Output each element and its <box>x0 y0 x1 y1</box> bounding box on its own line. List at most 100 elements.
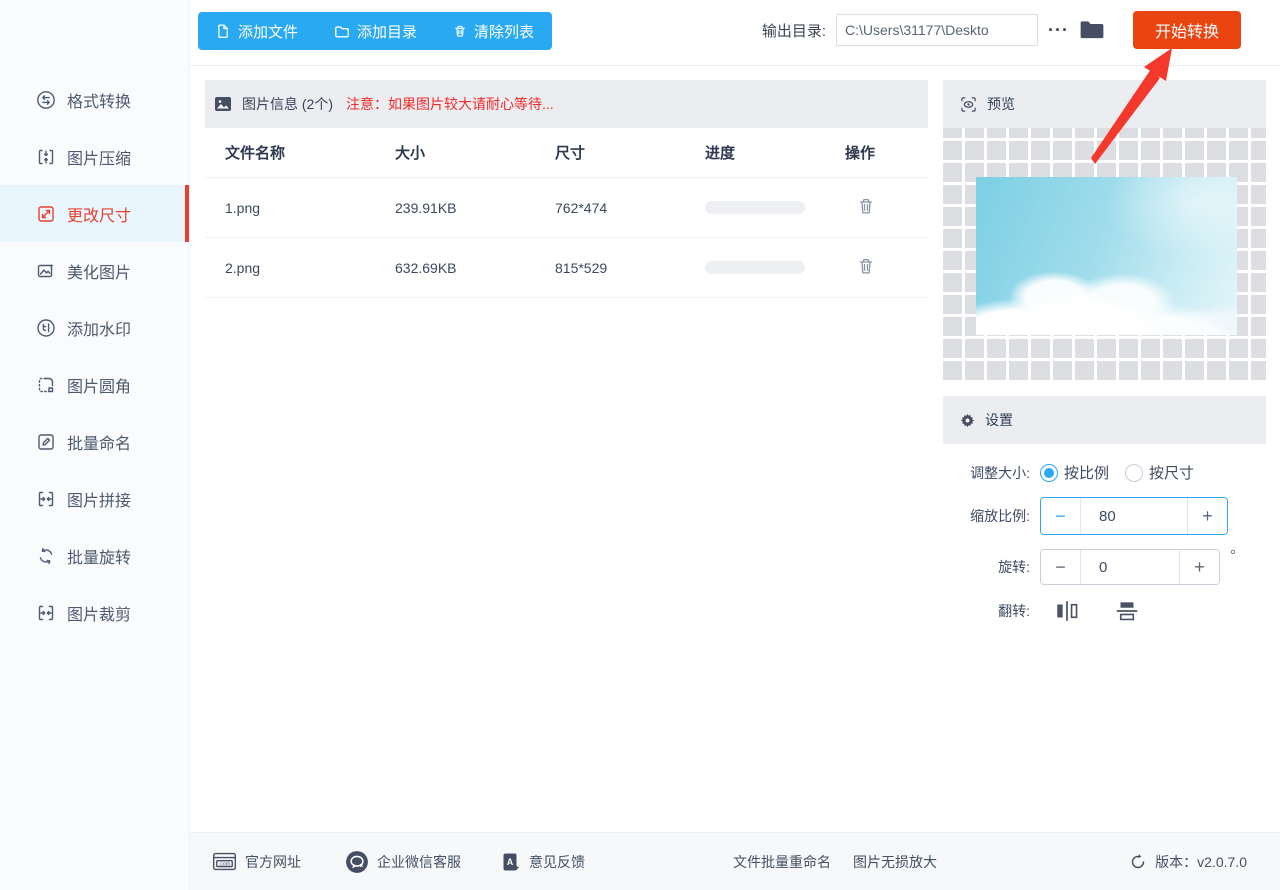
clear-list-button[interactable]: 清除列表 <box>435 12 552 50</box>
radio-by-ratio-label: 按比例 <box>1064 462 1109 483</box>
open-folder-button[interactable] <box>1079 19 1105 41</box>
right-panel: 预览 设置 调整大小: 按比例 按尺寸 缩放比例: <box>943 80 1266 817</box>
lossless-zoom-label: 图片无损放大 <box>853 852 937 872</box>
svg-text:.com: .com <box>219 861 230 867</box>
sidebar-item-format-convert[interactable]: 格式转换 <box>0 71 189 128</box>
add-directory-button[interactable]: 添加目录 <box>316 12 435 50</box>
lossless-zoom-link[interactable]: 图片无损放大 <box>853 852 937 872</box>
scale-value-input[interactable]: 80 <box>1081 498 1187 534</box>
flip-label: 翻转: <box>943 601 1040 621</box>
trash-icon <box>857 256 875 276</box>
file-dimensions: 762*474 <box>555 200 705 216</box>
flip-vertical-button[interactable] <box>1114 599 1140 623</box>
add-file-button[interactable]: 添加文件 <box>198 12 316 50</box>
format-convert-icon <box>36 90 56 110</box>
sidebar-item-label: 更改尺寸 <box>67 202 131 226</box>
scale-increase-button[interactable]: + <box>1187 498 1227 534</box>
image-info-bar: 图片信息 (2个) 注意：如果图片较大请耐心等待... <box>205 80 928 128</box>
wechat-support-label: 企业微信客服 <box>377 852 461 872</box>
version-check[interactable]: 版本：v2.0.7.0 <box>1129 852 1247 872</box>
sidebar-item-compress[interactable]: 图片压缩 <box>0 128 189 185</box>
column-dimensions: 尺寸 <box>555 142 705 163</box>
column-size: 大小 <box>395 142 555 163</box>
rotate-value-input[interactable]: 0 <box>1081 550 1179 584</box>
flip-horizontal-button[interactable] <box>1054 599 1080 623</box>
delete-button[interactable] <box>857 256 875 276</box>
sidebar-item-round-corner[interactable]: 图片圆角 <box>0 356 189 413</box>
sidebar-item-label: 图片拼接 <box>67 487 131 511</box>
refresh-icon <box>1129 853 1147 871</box>
version-label: 版本：v2.0.7.0 <box>1155 852 1247 872</box>
batch-rename-link[interactable]: 文件批量重命名 <box>733 852 831 872</box>
preview-eye-icon <box>959 95 978 114</box>
official-site-link[interactable]: .com 官方网址 <box>212 851 301 872</box>
sidebar-item-batch-rename[interactable]: 批量命名 <box>0 413 189 470</box>
rotate-icon <box>36 546 56 566</box>
delete-button[interactable] <box>857 196 875 216</box>
add-directory-label: 添加目录 <box>357 21 417 42</box>
feedback-link[interactable]: A 意见反馈 <box>501 851 585 873</box>
batch-rename-label: 文件批量重命名 <box>733 852 831 872</box>
feedback-label: 意见反馈 <box>529 852 585 872</box>
watermark-icon <box>36 318 56 338</box>
output-directory-label: 输出目录: <box>762 20 826 41</box>
column-progress: 进度 <box>705 142 845 163</box>
compress-icon <box>36 147 56 167</box>
table-row: 2.png 632.69KB 815*529 <box>205 238 928 298</box>
table-row: 1.png 239.91KB 762*474 <box>205 178 928 238</box>
crop-icon <box>36 603 56 623</box>
file-dimensions: 815*529 <box>555 260 705 276</box>
add-file-label: 添加文件 <box>238 21 298 42</box>
sidebar-item-label: 批量旋转 <box>67 544 131 568</box>
stitch-icon <box>36 489 56 509</box>
image-info-warning: 注意：如果图片较大请耐心等待... <box>346 94 554 114</box>
settings-header: 设置 <box>943 396 1266 444</box>
sidebar-item-label: 添加水印 <box>67 316 131 340</box>
sidebar-item-beautify[interactable]: 美化图片 <box>0 242 189 299</box>
sidebar-item-batch-rotate[interactable]: 批量旋转 <box>0 527 189 584</box>
output-directory-input[interactable] <box>836 14 1038 46</box>
sidebar-item-label: 格式转换 <box>67 88 131 112</box>
file-size: 239.91KB <box>395 200 555 216</box>
flip-row: 翻转: <box>943 599 1266 623</box>
rotate-label: 旋转: <box>943 557 1040 577</box>
preview-title: 预览 <box>987 94 1015 114</box>
sidebar-item-watermark[interactable]: 添加水印 <box>0 299 189 356</box>
rotate-decrease-button[interactable]: − <box>1041 550 1081 584</box>
feedback-icon: A <box>501 851 521 873</box>
start-convert-button[interactable]: 开始转换 <box>1133 11 1241 49</box>
table-header: 文件名称 大小 尺寸 进度 操作 <box>205 128 928 178</box>
radio-by-size[interactable]: 按尺寸 <box>1125 462 1194 483</box>
progress-bar <box>705 261 805 274</box>
wechat-support-link[interactable]: 企业微信客服 <box>345 850 461 874</box>
file-list-panel: 图片信息 (2个) 注意：如果图片较大请耐心等待... 文件名称 大小 尺寸 进… <box>190 66 930 832</box>
folder-outline-icon <box>334 24 350 39</box>
sidebar-item-crop[interactable]: 图片裁剪 <box>0 584 189 641</box>
scale-decrease-button[interactable]: − <box>1041 498 1081 534</box>
browse-more-button[interactable]: ··· <box>1048 21 1069 39</box>
output-controls: 输出目录: ··· 开始转换 <box>762 10 1241 50</box>
clear-list-label: 清除列表 <box>474 21 534 42</box>
column-file-name: 文件名称 <box>205 142 395 163</box>
sidebar-item-stitch[interactable]: 图片拼接 <box>0 470 189 527</box>
file-size: 632.69KB <box>395 260 555 276</box>
image-info-title: 图片信息 (2个) <box>242 94 333 114</box>
official-site-label: 官方网址 <box>245 852 301 872</box>
folder-icon <box>1079 19 1105 41</box>
radio-unchecked-icon <box>1125 464 1143 482</box>
radio-by-ratio[interactable]: 按比例 <box>1040 462 1109 483</box>
image-info-icon <box>213 94 233 114</box>
preview-canvas <box>943 128 1266 380</box>
settings-body: 调整大小: 按比例 按尺寸 缩放比例: − 80 + 旋转: <box>943 444 1266 817</box>
column-actions: 操作 <box>845 142 928 163</box>
preview-image <box>976 177 1237 335</box>
scale-stepper: − 80 + <box>1040 497 1228 535</box>
gear-icon <box>959 412 976 429</box>
sidebar-item-resize[interactable]: 更改尺寸 <box>0 185 189 242</box>
rotate-increase-button[interactable]: + <box>1179 550 1219 584</box>
rename-icon <box>36 432 56 452</box>
progress-bar <box>705 201 805 214</box>
file-actions-group: 添加文件 添加目录 清除列表 <box>198 12 552 50</box>
file-name: 1.png <box>205 200 395 216</box>
actions-cell <box>845 256 928 279</box>
